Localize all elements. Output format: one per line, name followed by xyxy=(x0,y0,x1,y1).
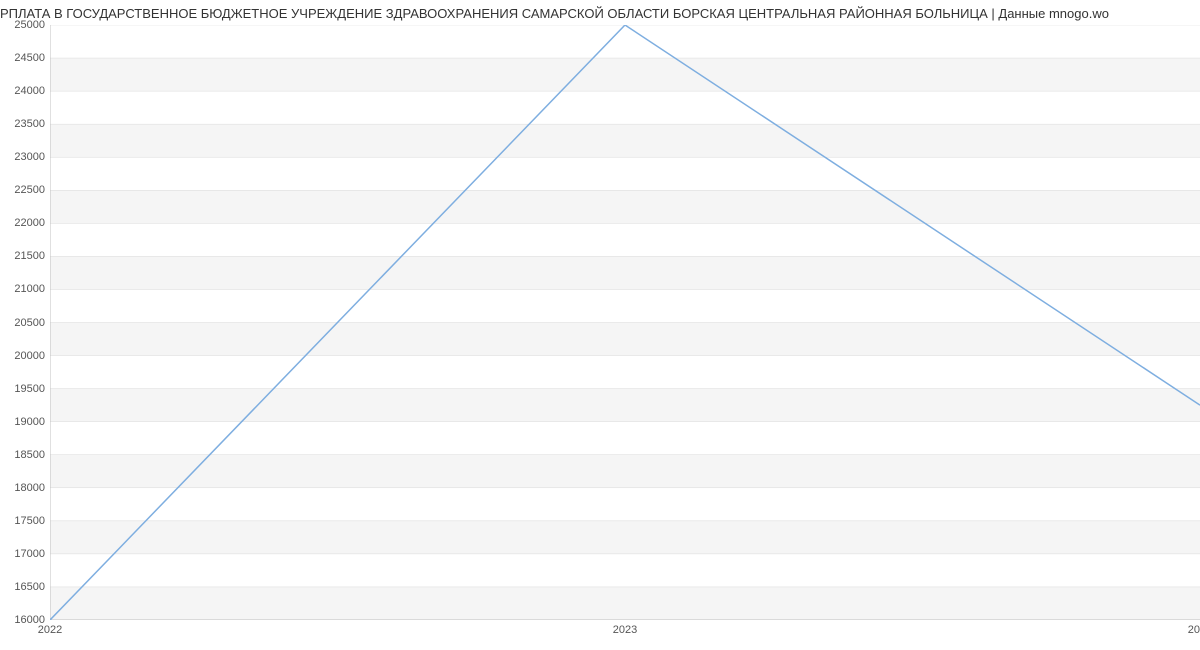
y-tick-label: 18500 xyxy=(5,449,45,461)
y-tick-label: 21500 xyxy=(5,250,45,262)
y-tick-label: 21000 xyxy=(5,283,45,295)
y-tick-label: 24500 xyxy=(5,52,45,64)
chart-svg xyxy=(50,25,1200,620)
y-tick-label: 20000 xyxy=(5,350,45,362)
y-tick-label: 19000 xyxy=(5,416,45,428)
y-tick-label: 24000 xyxy=(5,85,45,97)
y-tick-label: 22000 xyxy=(5,217,45,229)
chart-title: РПЛАТА В ГОСУДАРСТВЕННОЕ БЮДЖЕТНОЕ УЧРЕЖ… xyxy=(0,2,1109,21)
y-tick-label: 17500 xyxy=(5,515,45,527)
y-tick-label: 23500 xyxy=(5,118,45,130)
y-tick-label: 20500 xyxy=(5,317,45,329)
x-tick-label: 2022 xyxy=(38,624,62,636)
y-tick-label: 23000 xyxy=(5,151,45,163)
x-tick-label: 2023 xyxy=(613,624,637,636)
y-tick-label: 22500 xyxy=(5,184,45,196)
y-tick-label: 19500 xyxy=(5,383,45,395)
x-tick-label: 2024 xyxy=(1188,624,1200,636)
y-tick-label: 17000 xyxy=(5,548,45,560)
y-tick-label: 18000 xyxy=(5,482,45,494)
y-tick-label: 16500 xyxy=(5,581,45,593)
y-tick-label: 25000 xyxy=(5,19,45,31)
plot-area xyxy=(50,25,1200,620)
